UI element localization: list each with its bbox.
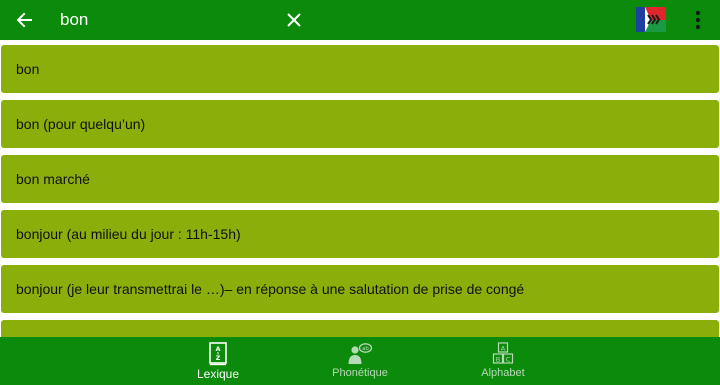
- tab-label: Lexique: [196, 367, 240, 381]
- result-item-label: bonjour (je leur transmettrai le …)– en …: [16, 281, 525, 297]
- svg-text:A: A: [501, 344, 506, 352]
- dictionary-icon: A Z: [209, 342, 227, 366]
- back-button[interactable]: [8, 4, 40, 36]
- result-item[interactable]: bon marché: [1, 155, 719, 203]
- svg-text:B: B: [496, 355, 500, 363]
- tab-lexique[interactable]: A Z Lexique: [148, 337, 288, 385]
- france-to-malagasy-flag-icon: [636, 7, 666, 32]
- alphabet-blocks-icon: A B C: [492, 342, 514, 364]
- result-item[interactable]: bon: [1, 45, 719, 93]
- top-app-bar: [0, 0, 720, 40]
- svg-text:ab: ab: [362, 346, 369, 352]
- search-results-list: bon bon (pour quelqu’un) bon marché bonj…: [0, 40, 720, 337]
- tab-label: Phonétique: [332, 367, 388, 379]
- tab-phonetique[interactable]: ab Phonétique: [290, 337, 430, 385]
- svg-text:C: C: [506, 355, 511, 363]
- clear-search-button[interactable]: [279, 4, 309, 36]
- result-item-label: bon: [16, 61, 40, 77]
- svg-text:Z: Z: [216, 354, 221, 362]
- result-item-partial[interactable]: [1, 320, 719, 337]
- overflow-menu-button[interactable]: [684, 6, 712, 34]
- result-item[interactable]: bonjour (je leur transmettrai le …)– en …: [1, 265, 719, 313]
- svg-text:A: A: [215, 345, 220, 353]
- bottom-navigation: A Z Lexique ab Phonétique A B C Alphabet: [0, 337, 720, 385]
- tab-label: Alphabet: [481, 367, 525, 379]
- search-input[interactable]: [60, 6, 270, 34]
- result-item[interactable]: bonjour (au milieu du jour : 11h-15h): [1, 210, 719, 258]
- more-vertical-icon: [695, 10, 701, 30]
- close-icon: [287, 13, 301, 27]
- result-item-label: bon (pour quelqu’un): [16, 116, 146, 132]
- language-direction-button[interactable]: [636, 7, 666, 32]
- tab-alphabet[interactable]: A B C Alphabet: [433, 337, 573, 385]
- arrow-left-icon: [16, 12, 32, 28]
- result-item-label: bon marché: [16, 171, 90, 187]
- app-window: bon bon (pour quelqu’un) bon marché bonj…: [0, 0, 720, 385]
- speaking-person-icon: ab: [348, 343, 373, 364]
- result-item-label: bonjour (au milieu du jour : 11h-15h): [16, 226, 241, 242]
- result-item[interactable]: bon (pour quelqu’un): [1, 100, 719, 148]
